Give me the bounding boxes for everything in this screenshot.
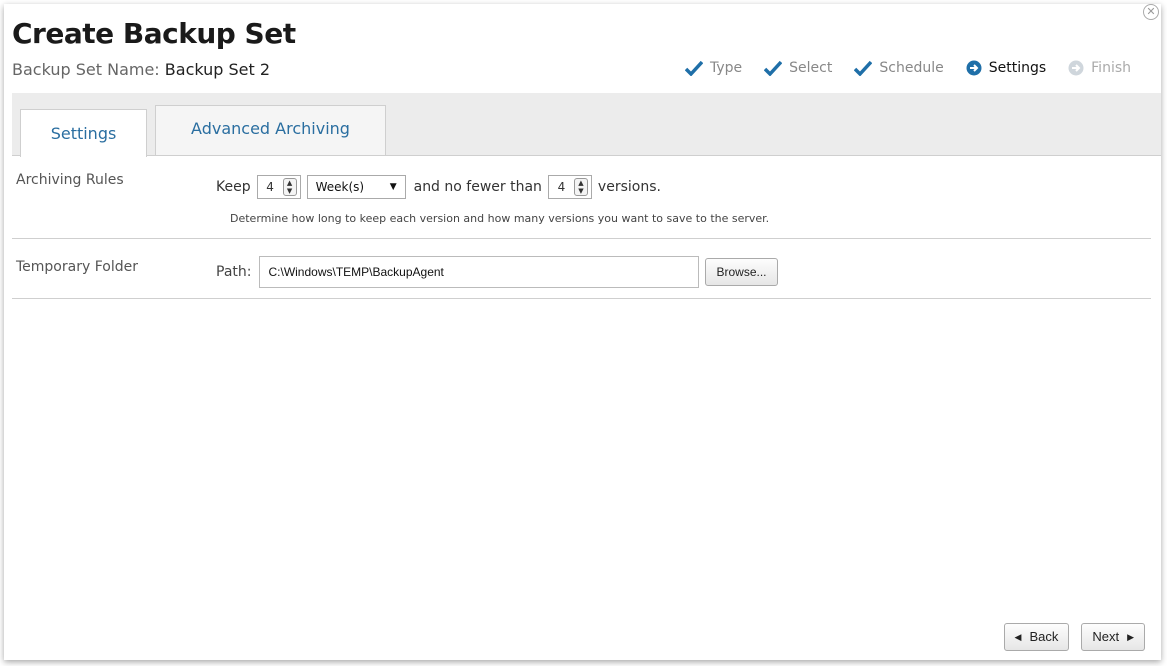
archiving-rules-controls: Keep 4 ▲ ▼ Week(s) ▼ and no fewer than 4 … <box>216 175 661 199</box>
backup-set-name: Backup Set Name: Backup Set 2 <box>12 60 270 79</box>
path-input[interactable] <box>259 256 700 288</box>
back-label: Back <box>1029 629 1059 644</box>
keep-stepper[interactable]: 4 ▲ ▼ <box>256 175 301 199</box>
next-button[interactable]: Next ▶ <box>1081 623 1145 651</box>
wizard-step-settings: Settings <box>966 60 1046 76</box>
path-label: Path: <box>216 264 252 280</box>
temporary-folder-label: Temporary Folder <box>16 259 138 275</box>
wizard-step-label: Type <box>710 60 743 76</box>
arrow-circle-icon <box>1068 60 1084 76</box>
back-button[interactable]: ◀ Back <box>1003 623 1070 651</box>
wizard-step-label: Schedule <box>879 60 944 76</box>
archiving-help-text: Determine how long to keep each version … <box>230 212 770 225</box>
keep-value[interactable]: 4 <box>258 180 283 194</box>
tab-advanced-archiving[interactable]: Advanced Archiving <box>155 105 386 155</box>
tab-bar: Settings Advanced Archiving <box>12 93 1161 157</box>
close-icon[interactable]: ✕ <box>1143 4 1159 20</box>
versions-text: versions. <box>597 179 661 195</box>
wizard-step-type: Type <box>685 60 742 76</box>
wizard-step-select: Select <box>764 60 832 76</box>
archiving-rules-label: Archiving Rules <box>16 172 124 188</box>
spinner-arrows-icon[interactable]: ▲ ▼ <box>282 178 297 196</box>
backup-set-name-value: Backup Set 2 <box>164 60 271 79</box>
tab-settings[interactable]: Settings <box>20 109 147 157</box>
wizard-step-finish: Finish <box>1068 60 1131 76</box>
page-title: Create Backup Set <box>12 17 296 50</box>
wizard-step-label: Finish <box>1091 60 1131 76</box>
unit-select[interactable]: Week(s) ▼ <box>306 175 406 199</box>
unit-select-value: Week(s) <box>315 180 365 194</box>
arrow-circle-icon <box>966 60 982 76</box>
chevron-down-icon: ▼ <box>389 182 397 192</box>
versions-value[interactable]: 4 <box>549 180 574 194</box>
temporary-folder-controls: Path: Browse... <box>216 256 778 288</box>
spinner-arrows-icon[interactable]: ▲ ▼ <box>573 178 588 196</box>
divider <box>12 238 1151 239</box>
next-label: Next <box>1092 629 1120 644</box>
wizard-step-label: Select <box>789 60 833 76</box>
divider <box>12 298 1151 299</box>
wizard-steps: Type Select Schedule Settings Finish <box>685 60 1131 76</box>
keep-text: Keep <box>216 179 251 195</box>
check-icon <box>685 60 704 76</box>
no-fewer-than-text: and no fewer than <box>413 179 542 195</box>
check-icon <box>854 60 873 76</box>
create-backup-set-dialog: ✕ Create Backup Set Backup Set Name: Bac… <box>4 4 1161 660</box>
check-icon <box>764 60 783 76</box>
browse-button[interactable]: Browse... <box>705 258 778 286</box>
versions-stepper[interactable]: 4 ▲ ▼ <box>547 175 592 199</box>
chevron-right-icon: ▶ <box>1127 632 1134 642</box>
backup-set-name-label: Backup Set Name: <box>12 60 160 79</box>
wizard-step-label: Settings <box>988 60 1047 76</box>
wizard-navigation: ◀ Back Next ▶ <box>1003 623 1145 651</box>
wizard-step-schedule: Schedule <box>854 60 944 76</box>
chevron-left-icon: ◀ <box>1014 632 1022 642</box>
